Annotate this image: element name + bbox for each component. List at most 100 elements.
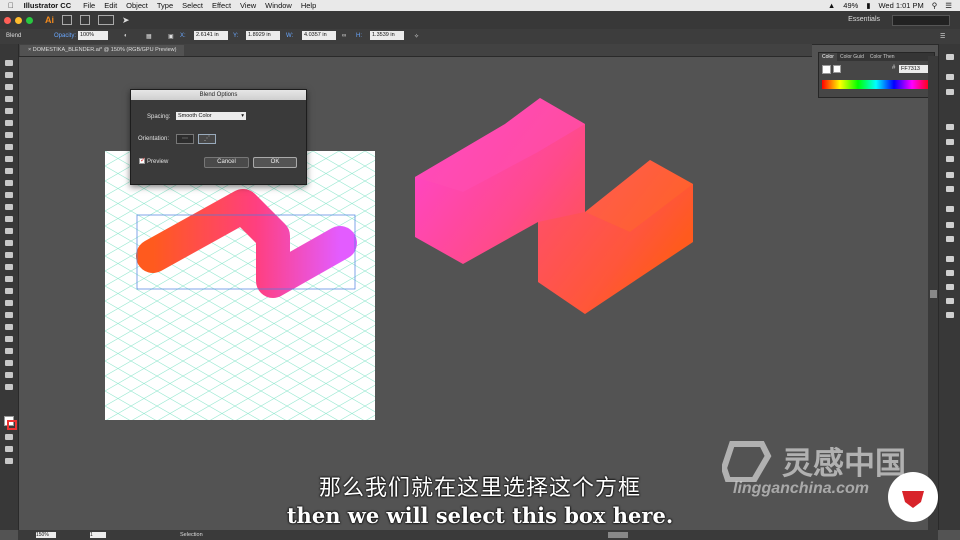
tab-color-guide[interactable]: Color Guid — [837, 53, 867, 61]
w-field[interactable]: 4.0357 in — [302, 31, 336, 40]
workspace-switcher[interactable]: Essentials — [848, 16, 880, 23]
rotate-tool-icon[interactable] — [5, 204, 13, 210]
screen-mode-icon[interactable] — [5, 458, 13, 464]
tab-color-themes[interactable]: Color Then — [867, 53, 898, 61]
align-panel-icon[interactable] — [946, 270, 954, 276]
y-field[interactable]: 1.8929 in — [246, 31, 280, 40]
tab-color[interactable]: Color — [819, 53, 837, 61]
recolor-icon[interactable]: ◐ — [124, 33, 128, 39]
align-to-path-button[interactable]: ⋰ — [198, 134, 216, 144]
type-tool-icon[interactable] — [5, 132, 13, 138]
preview-checkbox[interactable]: ✓ — [139, 157, 146, 164]
close-window-button[interactable] — [4, 16, 11, 24]
eyedropper-tool-icon[interactable] — [5, 300, 13, 306]
symbols-icon[interactable] — [946, 236, 954, 242]
document-tab[interactable]: × DOMESTIKA_BLENDER.ai* @ 150% (RGB/GPU … — [20, 45, 185, 56]
isometric-z-shape[interactable] — [405, 92, 705, 322]
transform-panel-icon[interactable] — [946, 256, 954, 262]
artboard-tool-icon[interactable] — [5, 348, 13, 354]
color-guide-icon[interactable] — [946, 74, 954, 80]
eraser-tool-icon[interactable] — [5, 192, 13, 198]
mesh-tool-icon[interactable] — [5, 276, 13, 282]
artboards-icon[interactable] — [946, 312, 954, 318]
column-graph-tool-icon[interactable] — [5, 336, 13, 342]
artboard[interactable] — [105, 151, 375, 420]
brushes-icon[interactable] — [946, 139, 954, 145]
bridge-icon[interactable] — [62, 15, 72, 25]
zoom-window-button[interactable] — [26, 16, 33, 24]
horizontal-scroll-thumb[interactable] — [608, 532, 628, 538]
menu-object[interactable]: Object — [126, 1, 148, 10]
menu-window[interactable]: Window — [265, 1, 292, 10]
stock-icon[interactable] — [80, 15, 90, 25]
battery-icon[interactable]: ▮ — [866, 1, 870, 10]
x-field[interactable]: 2.6141 in — [194, 31, 228, 40]
gradient-icon[interactable] — [946, 172, 954, 178]
constrain-proportions-icon[interactable]: ∞ — [342, 33, 346, 39]
zoom-field[interactable]: 150% — [36, 532, 56, 538]
menu-view[interactable]: View — [240, 1, 256, 10]
h-field[interactable]: 1.3539 in — [370, 31, 404, 40]
swatches-icon[interactable] — [946, 124, 954, 130]
pen-tool-icon[interactable] — [5, 108, 13, 114]
direct-selection-tool-icon[interactable] — [5, 72, 13, 78]
drawing-mode-icon[interactable] — [5, 446, 13, 452]
menu-type[interactable]: Type — [157, 1, 173, 10]
none-swatch[interactable] — [833, 65, 841, 73]
color-mode-icon[interactable] — [5, 434, 13, 440]
width-tool-icon[interactable] — [5, 228, 13, 234]
menu-help[interactable]: Help — [301, 1, 316, 10]
dialog-title[interactable]: Blend Options — [131, 90, 306, 100]
pencil-tool-icon[interactable] — [5, 180, 13, 186]
clock[interactable]: Wed 1:01 PM — [878, 1, 923, 10]
slice-tool-icon[interactable] — [5, 360, 13, 366]
hex-input[interactable]: FF7313 — [899, 65, 929, 73]
gpu-icon[interactable]: ➤ — [122, 15, 130, 26]
color-panel-icon[interactable] — [946, 54, 954, 60]
app-menu[interactable]: Illustrator CC — [24, 1, 72, 10]
color-spectrum[interactable] — [822, 80, 930, 89]
themes-icon[interactable] — [946, 89, 954, 95]
current-tool-status[interactable]: Selection — [180, 532, 203, 538]
align-to-page-button[interactable]: ⋯ — [176, 134, 194, 144]
fill-color-swatch[interactable] — [822, 65, 831, 74]
notification-icon[interactable]: ☰ — [945, 1, 952, 10]
spacing-select[interactable]: Smooth Color ▾ — [176, 112, 246, 120]
ok-button[interactable]: OK — [253, 157, 297, 168]
battery-level[interactable]: 49% — [843, 1, 858, 10]
stroke-swatch[interactable] — [7, 420, 17, 430]
menu-select[interactable]: Select — [182, 1, 203, 10]
cancel-button[interactable]: Cancel — [204, 157, 249, 168]
graphic-styles-icon[interactable] — [946, 222, 954, 228]
shape-builder-tool-icon[interactable] — [5, 252, 13, 258]
symbol-sprayer-tool-icon[interactable] — [5, 324, 13, 330]
appearance-icon[interactable] — [946, 206, 954, 212]
menu-edit[interactable]: Edit — [104, 1, 117, 10]
stroke-icon[interactable] — [946, 156, 954, 162]
apple-icon[interactable]:  — [8, 1, 14, 10]
align-icon[interactable]: ▦ — [146, 33, 152, 40]
blend-tool-icon[interactable] — [5, 312, 13, 318]
preview-label[interactable]: Preview — [147, 159, 168, 165]
arrange-documents-icon[interactable] — [98, 15, 114, 25]
search-stock-input[interactable] — [892, 15, 950, 26]
paintbrush-tool-icon[interactable] — [5, 168, 13, 174]
vertical-scroll-thumb[interactable] — [930, 290, 937, 298]
opacity-label[interactable]: Opacity: — [54, 33, 76, 39]
perspective-grid-tool-icon[interactable] — [5, 264, 13, 270]
magic-wand-tool-icon[interactable] — [5, 84, 13, 90]
menu-file[interactable]: File — [83, 1, 95, 10]
reference-point-icon[interactable]: ▣ — [168, 33, 174, 40]
menu-effect[interactable]: Effect — [212, 1, 231, 10]
pathfinder-icon[interactable] — [946, 284, 954, 290]
line-tool-icon[interactable] — [5, 144, 13, 150]
minimize-window-button[interactable] — [15, 16, 22, 24]
zoom-tool-icon[interactable] — [5, 384, 13, 390]
opacity-field[interactable]: 100% — [78, 31, 108, 40]
lasso-tool-icon[interactable] — [5, 96, 13, 102]
curvature-tool-icon[interactable] — [5, 120, 13, 126]
panel-menu-icon[interactable]: ☰ — [940, 33, 945, 40]
layers-icon[interactable] — [946, 298, 954, 304]
hand-tool-icon[interactable] — [5, 372, 13, 378]
transparency-icon[interactable] — [946, 186, 954, 192]
